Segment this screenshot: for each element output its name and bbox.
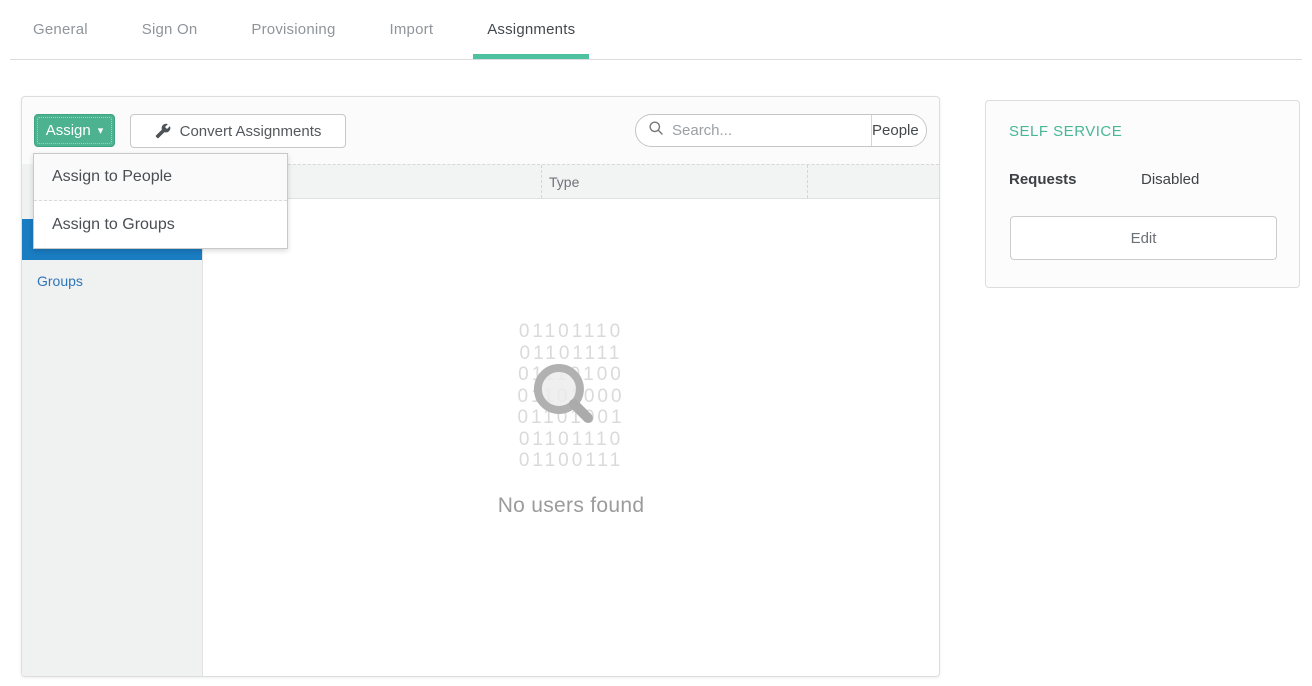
empty-state: 01101110 01101111 01110100 01101000 0110… (203, 199, 939, 518)
binary-line: 01100111 (203, 450, 939, 472)
self-service-panel: SELF SERVICE Requests Disabled Edit (985, 100, 1300, 288)
assignments-table-header: Type (203, 164, 939, 199)
empty-state-message: No users found (203, 494, 939, 518)
requests-label: Requests (1009, 171, 1077, 188)
assign-dropdown-menu: Assign to People Assign to Groups (33, 153, 288, 249)
requests-value: Disabled (1141, 171, 1199, 188)
app-page: General Sign On Provisioning Import Assi… (0, 0, 1312, 686)
assignments-panel: Assign ▾ Convert Assignments (21, 96, 940, 677)
column-divider (807, 165, 808, 198)
search-input[interactable] (672, 122, 871, 139)
assign-button-label: Assign (46, 122, 91, 139)
search-group: People ▾ (635, 114, 927, 147)
column-header-type[interactable]: Type (549, 165, 579, 198)
binary-line: 01101110 (203, 321, 939, 343)
convert-assignments-button[interactable]: Convert Assignments (130, 114, 346, 148)
chevron-down-icon: ▾ (98, 126, 104, 137)
wrench-icon (155, 123, 171, 139)
assignments-content: 01101110 01101111 01110100 01101000 0110… (203, 199, 939, 676)
tab-assignments[interactable]: Assignments (473, 0, 589, 59)
sidebar-item-groups[interactable]: Groups (22, 260, 202, 301)
search-icon (648, 120, 664, 141)
convert-assignments-label: Convert Assignments (180, 123, 322, 140)
assign-button[interactable]: Assign ▾ (34, 114, 115, 147)
menu-item-assign-to-groups[interactable]: Assign to Groups (34, 201, 287, 248)
chevron-down-icon: ▾ (926, 125, 927, 138)
self-service-title: SELF SERVICE (1009, 123, 1122, 140)
edit-button[interactable]: Edit (1010, 216, 1277, 260)
magnifier-icon (527, 357, 603, 438)
search-scope-dropdown[interactable]: People ▾ (871, 115, 927, 146)
tab-import[interactable]: Import (375, 0, 447, 59)
search-scope-value: People (872, 122, 919, 139)
tab-provisioning[interactable]: Provisioning (237, 0, 349, 59)
app-tabbar: General Sign On Provisioning Import Assi… (19, 0, 589, 60)
menu-item-assign-to-people[interactable]: Assign to People (34, 154, 287, 201)
tab-general[interactable]: General (19, 0, 102, 59)
search-field-wrap (636, 115, 871, 146)
tab-sign-on[interactable]: Sign On (128, 0, 212, 59)
column-divider (541, 165, 542, 198)
